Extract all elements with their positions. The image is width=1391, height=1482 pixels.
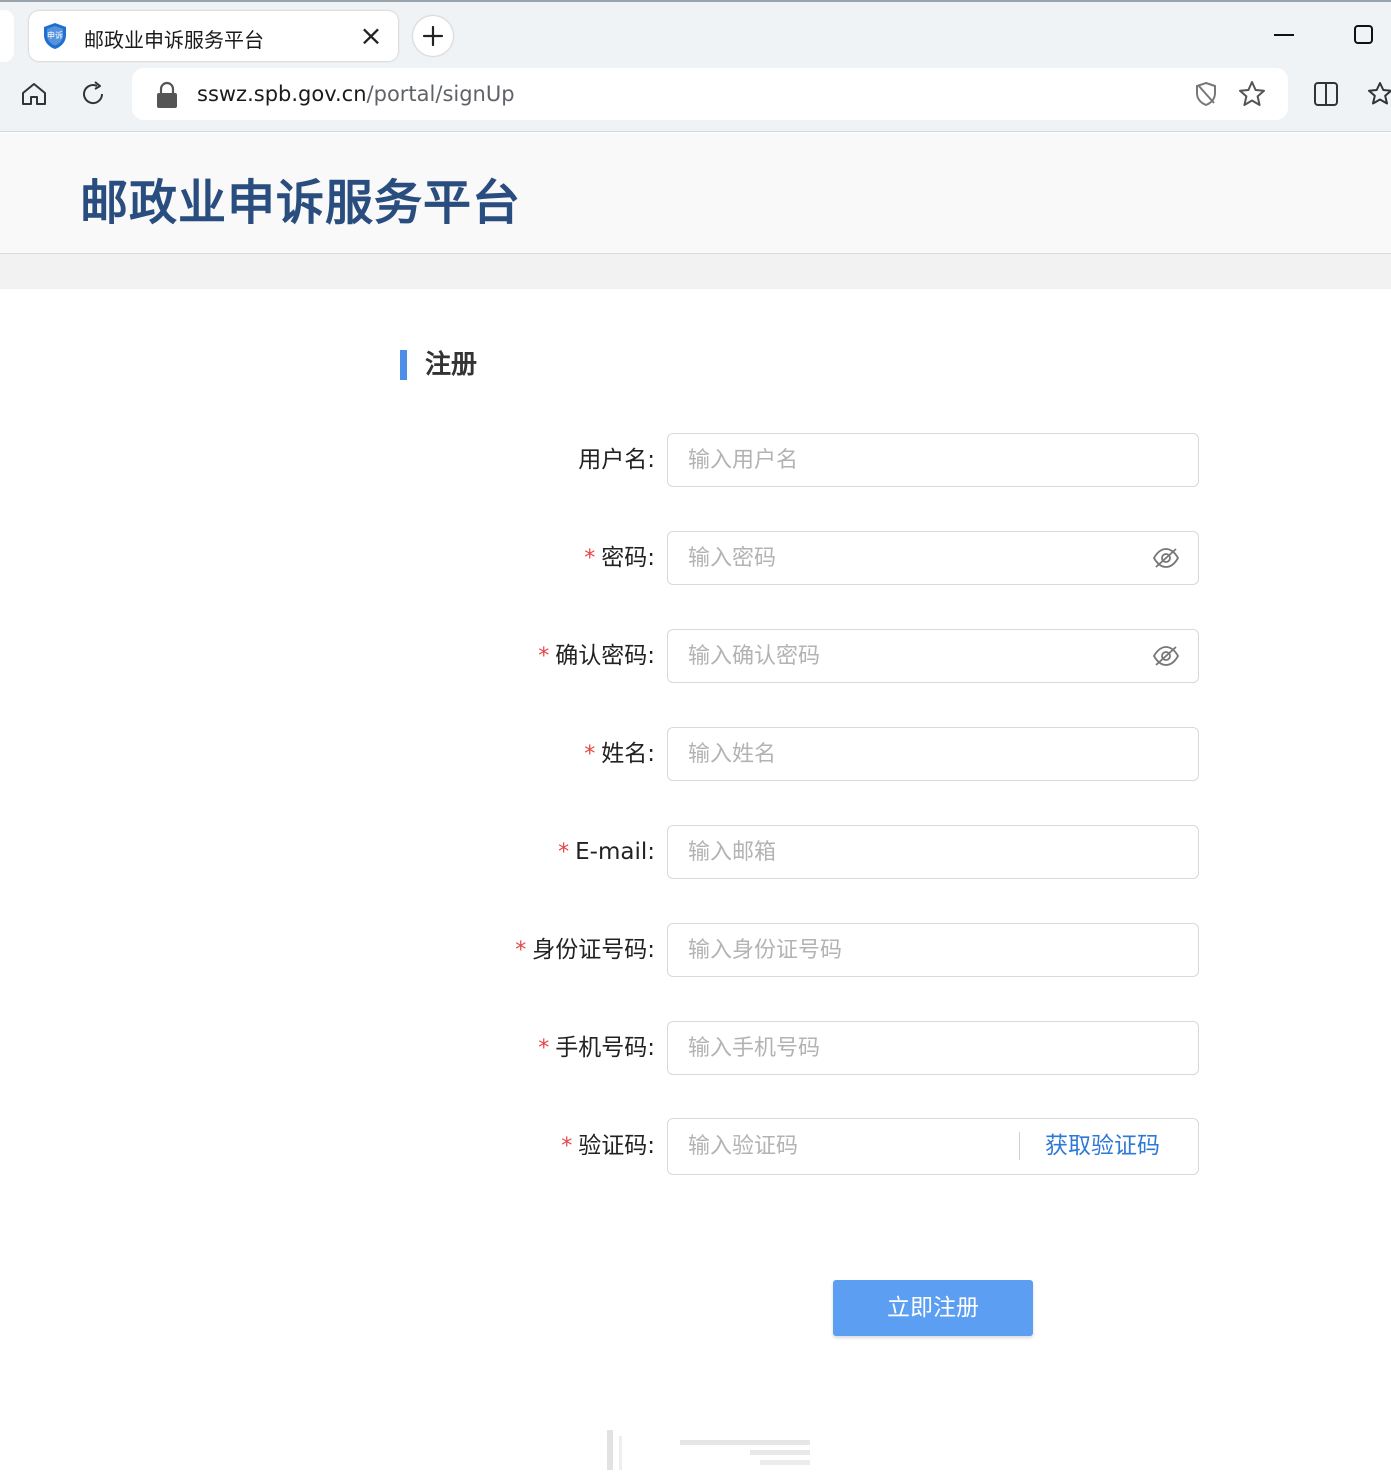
form-row-username: 用户名: bbox=[400, 433, 1200, 489]
favorites-icon[interactable] bbox=[1366, 74, 1391, 114]
tab-strip: 申诉 邮政业申诉服务平台 × bbox=[0, 2, 1391, 66]
email-input[interactable] bbox=[667, 825, 1199, 879]
form-row-name: * 姓名: bbox=[400, 727, 1200, 783]
form-row-email: * E-mail: bbox=[400, 825, 1200, 881]
refresh-icon[interactable] bbox=[73, 74, 113, 114]
favorite-star-icon[interactable] bbox=[1237, 79, 1267, 109]
phone-label: * 手机号码: bbox=[538, 1035, 655, 1061]
browser-toolbar: sswz.spb.gov.cn/portal/signUp bbox=[0, 66, 1391, 132]
close-tab-icon[interactable]: × bbox=[356, 21, 386, 51]
name-input[interactable] bbox=[667, 727, 1199, 781]
tracking-prevention-icon[interactable] bbox=[1192, 80, 1220, 108]
id-number-input[interactable] bbox=[667, 923, 1199, 977]
required-mark: * bbox=[515, 938, 527, 963]
previous-tab-edge[interactable] bbox=[0, 10, 14, 62]
form-row-id-number: * 身份证号码: bbox=[400, 923, 1200, 979]
username-input[interactable] bbox=[667, 433, 1199, 487]
plus-icon bbox=[422, 25, 444, 47]
active-tab[interactable]: 申诉 邮政业申诉服务平台 × bbox=[29, 11, 398, 61]
lock-icon[interactable] bbox=[154, 81, 180, 109]
email-label: * E-mail: bbox=[558, 839, 655, 865]
get-code-button[interactable]: 获取验证码 bbox=[1045, 1118, 1160, 1175]
form-row-password: * 密码: bbox=[400, 531, 1200, 587]
form-row-verification-code: *验证码: 获取验证码 bbox=[400, 1118, 1200, 1176]
phone-input[interactable] bbox=[667, 1021, 1199, 1075]
hide-password-eye-icon[interactable] bbox=[1152, 643, 1180, 669]
home-icon[interactable] bbox=[14, 74, 54, 114]
site-header: 邮政业申诉服务平台 bbox=[0, 133, 1391, 254]
new-tab-button[interactable] bbox=[413, 16, 453, 56]
header-divider-strip bbox=[0, 254, 1391, 289]
tab-title: 邮政业申诉服务平台 bbox=[84, 28, 264, 52]
svg-text:申诉: 申诉 bbox=[47, 30, 63, 40]
section-title: 注册 bbox=[425, 350, 478, 380]
confirm-password-input[interactable] bbox=[667, 629, 1199, 683]
name-label: * 姓名: bbox=[584, 741, 655, 767]
id-number-label: * 身份证号码: bbox=[515, 937, 655, 963]
required-mark: * bbox=[538, 1036, 550, 1061]
section-accent-bar bbox=[400, 350, 407, 380]
split-screen-icon[interactable] bbox=[1306, 74, 1346, 114]
maximize-window-icon[interactable] bbox=[1344, 20, 1384, 50]
site-title: 邮政业申诉服务平台 bbox=[80, 175, 522, 231]
confirm-password-label: * 确认密码: bbox=[538, 643, 655, 669]
register-submit-button[interactable]: 立即注册 bbox=[833, 1280, 1033, 1336]
required-mark: * bbox=[538, 644, 550, 669]
footer-logo-fragment bbox=[607, 1430, 810, 1470]
form-row-confirm-password: * 确认密码: bbox=[400, 629, 1200, 685]
minimize-window-icon[interactable] bbox=[1264, 20, 1304, 50]
site-shield-favicon-icon: 申诉 bbox=[44, 23, 66, 49]
verification-code-label: * 验证码: bbox=[561, 1133, 655, 1159]
required-mark: * bbox=[558, 840, 570, 865]
required-mark: * bbox=[584, 546, 596, 571]
required-mark: * bbox=[584, 742, 596, 767]
url-path: /portal/signUp bbox=[366, 82, 515, 106]
password-input[interactable] bbox=[667, 531, 1199, 585]
password-label: * 密码: bbox=[584, 545, 655, 571]
hide-password-eye-icon[interactable] bbox=[1152, 545, 1180, 571]
url-host: sswz.spb.gov.cn bbox=[197, 82, 367, 106]
address-bar[interactable]: sswz.spb.gov.cn/portal/signUp bbox=[132, 68, 1288, 120]
form-row-phone: * 手机号码: bbox=[400, 1021, 1200, 1077]
url-text[interactable]: sswz.spb.gov.cn/portal/signUp bbox=[197, 82, 515, 106]
username-label: 用户名: bbox=[578, 447, 655, 473]
required-mark: * bbox=[561, 1134, 573, 1159]
code-divider bbox=[1019, 1132, 1020, 1160]
